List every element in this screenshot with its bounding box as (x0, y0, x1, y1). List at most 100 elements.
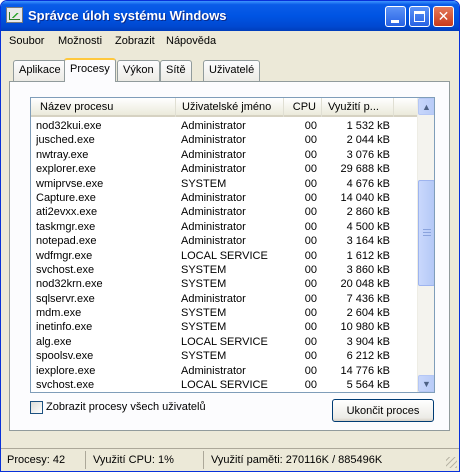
process-name-cell: explorer.exe (36, 163, 96, 176)
process-rows: nod32kui.exe Administrator 00 1 532 kB jusch… (31, 119, 418, 392)
scroll-up-button[interactable]: ▲ (418, 98, 434, 115)
status-divider (203, 451, 204, 469)
resize-grip-icon[interactable] (446, 457, 457, 468)
process-name-cell: wmiprvse.exe (36, 177, 104, 190)
process-cpu-cell: 00 (304, 335, 317, 348)
table-row[interactable]: alg.exe LOCAL SERVICE 00 3 904 kB (31, 335, 418, 349)
process-name-cell: nod32kui.exe (36, 120, 102, 132)
process-cpu-cell: 00 (304, 235, 317, 248)
menu-moznosti[interactable]: Možnosti (58, 35, 102, 47)
process-user-cell: Administrator (181, 120, 246, 132)
task-manager-window: Správce úloh systému Windows ✕ Soubor Mo… (0, 0, 460, 472)
status-cpu-usage: Využití CPU: 1% (93, 454, 174, 466)
process-name-cell: svchost.exe (36, 263, 95, 276)
process-memory-cell: 20 048 kB (340, 278, 390, 291)
process-user-cell: LOCAL SERVICE (181, 335, 268, 348)
tab-aplikace[interactable]: Aplikace (13, 60, 67, 81)
process-user-cell: SYSTEM (181, 263, 227, 276)
tab-site[interactable]: Sítě (160, 60, 192, 81)
grip-line (423, 232, 431, 233)
tab-uzivatele[interactable]: Uživatelé (203, 60, 261, 81)
process-memory-cell: 3 860 kB (346, 263, 390, 276)
grip-line (423, 229, 431, 230)
process-user-cell: Administrator (181, 364, 246, 377)
process-name-cell: jusched.exe (36, 134, 95, 147)
process-cpu-cell: 00 (304, 134, 317, 147)
minimize-icon (391, 20, 399, 23)
task-manager-icon (6, 7, 23, 23)
table-row[interactable]: Capture.exe Administrator 00 14 040 kB (31, 191, 418, 205)
menu-soubor[interactable]: Soubor (9, 35, 44, 47)
table-row[interactable]: wdfmgr.exe LOCAL SERVICE 00 1 612 kB (31, 249, 418, 263)
process-user-cell: SYSTEM (181, 321, 227, 334)
end-process-button[interactable]: Ukončit proces (332, 399, 434, 422)
process-user-cell: SYSTEM (181, 307, 227, 320)
process-list[interactable]: Název procesu Uživatelské jméno CPU Využ… (30, 97, 435, 393)
table-row[interactable]: explorer.exe Administrator 00 29 688 kB (31, 162, 418, 176)
chevron-up-icon: ▲ (422, 101, 431, 112)
status-bar: Procesy: 42 Využití CPU: 1% Využití pamě… (1, 448, 459, 470)
maximize-button[interactable] (409, 6, 430, 27)
close-button[interactable]: ✕ (433, 6, 454, 27)
process-user-cell: Administrator (181, 134, 246, 147)
process-user-cell: LOCAL SERVICE (181, 379, 268, 392)
process-memory-cell: 3 076 kB (346, 148, 390, 161)
table-row[interactable]: spoolsv.exe SYSTEM 00 6 212 kB (31, 349, 418, 363)
process-cpu-cell: 00 (304, 191, 317, 204)
process-name-cell: nwtray.exe (36, 148, 89, 161)
process-memory-cell: 4 500 kB (346, 220, 390, 233)
process-name-cell: iexplore.exe (36, 364, 96, 377)
process-memory-cell: 10 980 kB (340, 321, 390, 334)
column-header-name[interactable]: Název procesu (31, 98, 176, 117)
status-divider (85, 451, 86, 469)
table-row[interactable]: sqlservr.exe Administrator 00 7 436 kB (31, 292, 418, 306)
vertical-scrollbar[interactable]: ▲ ▼ (417, 98, 434, 392)
process-user-cell: SYSTEM (181, 350, 227, 363)
process-memory-cell: 14 040 kB (340, 191, 390, 204)
table-row[interactable]: ati2evxx.exe Administrator 00 2 860 kB (31, 205, 418, 219)
table-row[interactable]: nod32krn.exe SYSTEM 00 20 048 kB (31, 277, 418, 291)
minimize-button[interactable] (385, 6, 406, 27)
table-row[interactable]: notepad.exe Administrator 00 3 164 kB (31, 234, 418, 248)
process-memory-cell: 4 676 kB (346, 177, 390, 190)
column-header-user[interactable]: Uživatelské jméno (176, 98, 284, 117)
process-cpu-cell: 00 (304, 292, 317, 305)
process-user-cell: Administrator (181, 191, 246, 204)
process-cpu-cell: 00 (304, 148, 317, 161)
process-name-cell: mdm.exe (36, 307, 82, 320)
table-row[interactable]: iexplore.exe Administrator 00 14 776 kB (31, 364, 418, 378)
title-bar[interactable]: Správce úloh systému Windows ✕ (1, 1, 459, 31)
menu-bar: Soubor Možnosti Zobrazit Nápověda (1, 32, 459, 52)
process-name-cell: Capture.exe (36, 191, 96, 204)
table-row[interactable]: nod32kui.exe Administrator 00 1 532 kB (31, 119, 418, 133)
table-row[interactable]: svchost.exe LOCAL SERVICE 00 5 564 kB (31, 378, 418, 392)
process-memory-cell: 3 164 kB (346, 235, 390, 248)
process-name-cell: sqlservr.exe (36, 292, 95, 305)
menu-napoveda[interactable]: Nápověda (166, 35, 216, 47)
process-cpu-cell: 00 (304, 364, 317, 377)
tab-procesy[interactable]: Procesy (64, 58, 116, 82)
tab-vykon[interactable]: Výkon (117, 60, 160, 81)
process-memory-cell: 3 904 kB (346, 335, 390, 348)
column-header-cpu[interactable]: CPU (284, 98, 322, 117)
menu-zobrazit[interactable]: Zobrazit (115, 35, 155, 47)
table-row[interactable]: jusched.exe Administrator 00 2 044 kB (31, 133, 418, 147)
table-row[interactable]: nwtray.exe Administrator 00 3 076 kB (31, 148, 418, 162)
show-all-users-checkbox[interactable] (30, 401, 43, 414)
table-row[interactable]: mdm.exe SYSTEM 00 2 604 kB (31, 306, 418, 320)
process-memory-cell: 2 604 kB (346, 307, 390, 320)
status-process-count: Procesy: 42 (7, 454, 66, 466)
table-row[interactable]: wmiprvse.exe SYSTEM 00 4 676 kB (31, 177, 418, 191)
table-row[interactable]: svchost.exe SYSTEM 00 3 860 kB (31, 263, 418, 277)
process-cpu-cell: 00 (304, 120, 317, 132)
column-header-memory[interactable]: Využití p... (322, 98, 394, 117)
process-cpu-cell: 00 (304, 220, 317, 233)
table-row[interactable]: taskmgr.exe Administrator 00 4 500 kB (31, 220, 418, 234)
grip-line (423, 235, 431, 236)
process-memory-cell: 5 564 kB (346, 379, 390, 392)
scrollbar-thumb[interactable] (418, 180, 434, 286)
table-row[interactable]: inetinfo.exe SYSTEM 00 10 980 kB (31, 320, 418, 334)
process-memory-cell: 14 776 kB (340, 364, 390, 377)
scroll-down-button[interactable]: ▼ (418, 375, 434, 392)
process-user-cell: Administrator (181, 163, 246, 176)
